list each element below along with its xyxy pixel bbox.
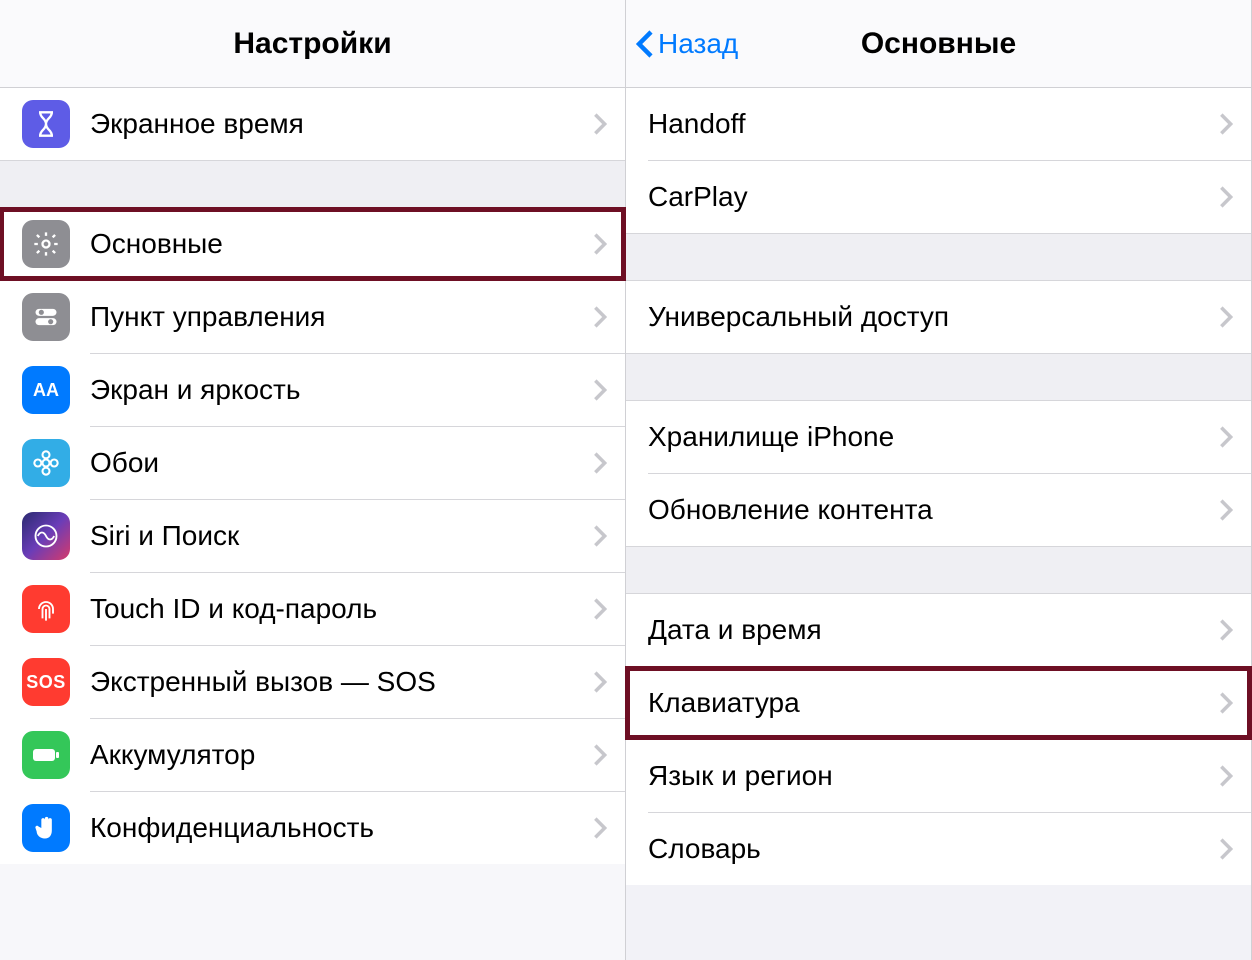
section-gap xyxy=(0,160,625,208)
row-label: Экран и яркость xyxy=(90,374,593,406)
row-label: Язык и регион xyxy=(648,760,1219,792)
gear-icon xyxy=(22,220,70,268)
general-pane: Назад Основные Handoff CarPlay Универсал… xyxy=(626,0,1252,960)
chevron-right-icon xyxy=(1219,112,1233,136)
flower-icon xyxy=(22,439,70,487)
siri-icon xyxy=(22,512,70,560)
row-battery[interactable]: Аккумулятор xyxy=(0,719,625,791)
row-sos[interactable]: SOS Экстренный вызов — SOS xyxy=(0,646,625,718)
row-handoff[interactable]: Handoff xyxy=(626,88,1251,160)
row-storage[interactable]: Хранилище iPhone xyxy=(626,401,1251,473)
aa-icon: AA xyxy=(22,366,70,414)
row-label: Дата и время xyxy=(648,614,1219,646)
toggles-icon xyxy=(22,293,70,341)
hourglass-icon xyxy=(22,100,70,148)
row-label: Аккумулятор xyxy=(90,739,593,771)
back-label: Назад xyxy=(658,28,738,60)
chevron-left-icon xyxy=(636,29,654,59)
row-accessibility[interactable]: Универсальный доступ xyxy=(626,281,1251,353)
row-carplay[interactable]: CarPlay xyxy=(626,161,1251,233)
row-label: Обновление контента xyxy=(648,494,1219,526)
chevron-right-icon xyxy=(1219,185,1233,209)
settings-group-0: Экранное время xyxy=(0,88,625,160)
general-group-1: Универсальный доступ xyxy=(626,281,1251,353)
row-label: Пункт управления xyxy=(90,301,593,333)
general-group-2: Хранилище iPhone Обновление контента xyxy=(626,401,1251,546)
row-touchid[interactable]: Touch ID и код-пароль xyxy=(0,573,625,645)
chevron-right-icon xyxy=(1219,837,1233,861)
chevron-right-icon xyxy=(593,816,607,840)
chevron-right-icon xyxy=(593,451,607,475)
row-datetime[interactable]: Дата и время xyxy=(626,594,1251,666)
section-gap xyxy=(626,546,1251,594)
chevron-right-icon xyxy=(593,597,607,621)
row-label: Экстренный вызов — SOS xyxy=(90,666,593,698)
row-label: Touch ID и код-пароль xyxy=(90,593,593,625)
row-label: Клавиатура xyxy=(648,687,1219,719)
row-label: Экранное время xyxy=(90,108,593,140)
row-refresh[interactable]: Обновление контента xyxy=(626,474,1251,546)
sos-icon: SOS xyxy=(22,658,70,706)
chevron-right-icon xyxy=(593,670,607,694)
row-label: Словарь xyxy=(648,833,1219,865)
row-label: Универсальный доступ xyxy=(648,301,1219,333)
row-privacy[interactable]: Конфиденциальность xyxy=(0,792,625,864)
chevron-right-icon xyxy=(593,378,607,402)
row-keyboard[interactable]: Клавиатура xyxy=(626,667,1251,739)
row-label: Хранилище iPhone xyxy=(648,421,1219,453)
page-title: Основные xyxy=(861,27,1016,61)
fingerprint-icon xyxy=(22,585,70,633)
chevron-right-icon xyxy=(1219,498,1233,522)
chevron-right-icon xyxy=(1219,425,1233,449)
chevron-right-icon xyxy=(1219,305,1233,329)
row-label: Handoff xyxy=(648,108,1219,140)
row-siri[interactable]: Siri и Поиск xyxy=(0,500,625,572)
chevron-right-icon xyxy=(593,743,607,767)
row-wallpaper[interactable]: Обои xyxy=(0,427,625,499)
chevron-right-icon xyxy=(593,112,607,136)
chevron-right-icon xyxy=(1219,764,1233,788)
general-group-0: Handoff CarPlay xyxy=(626,88,1251,233)
section-gap xyxy=(626,353,1251,401)
settings-group-1: Основные Пункт управления AA Экран и ярк… xyxy=(0,208,625,864)
page-title: Настройки xyxy=(233,27,391,61)
chevron-right-icon xyxy=(593,305,607,329)
hand-icon xyxy=(22,804,70,852)
settings-pane: Настройки Экранное время Основные Пункт … xyxy=(0,0,626,960)
back-button[interactable]: Назад xyxy=(636,28,738,60)
battery-icon xyxy=(22,731,70,779)
row-general[interactable]: Основные xyxy=(0,208,625,280)
row-label: Основные xyxy=(90,228,593,260)
row-control-center[interactable]: Пункт управления xyxy=(0,281,625,353)
chevron-right-icon xyxy=(593,524,607,548)
row-label: Обои xyxy=(90,447,593,479)
row-label: Siri и Поиск xyxy=(90,520,593,552)
general-group-3: Дата и время Клавиатура Язык и регион Сл… xyxy=(626,594,1251,885)
row-dictionary[interactable]: Словарь xyxy=(626,813,1251,885)
chevron-right-icon xyxy=(1219,691,1233,715)
row-label: Конфиденциальность xyxy=(90,812,593,844)
row-label: CarPlay xyxy=(648,181,1219,213)
chevron-right-icon xyxy=(593,232,607,256)
header: Назад Основные xyxy=(626,0,1251,88)
row-screentime[interactable]: Экранное время xyxy=(0,88,625,160)
chevron-right-icon xyxy=(1219,618,1233,642)
row-display[interactable]: AA Экран и яркость xyxy=(0,354,625,426)
header: Настройки xyxy=(0,0,625,88)
row-language[interactable]: Язык и регион xyxy=(626,740,1251,812)
section-gap xyxy=(626,233,1251,281)
